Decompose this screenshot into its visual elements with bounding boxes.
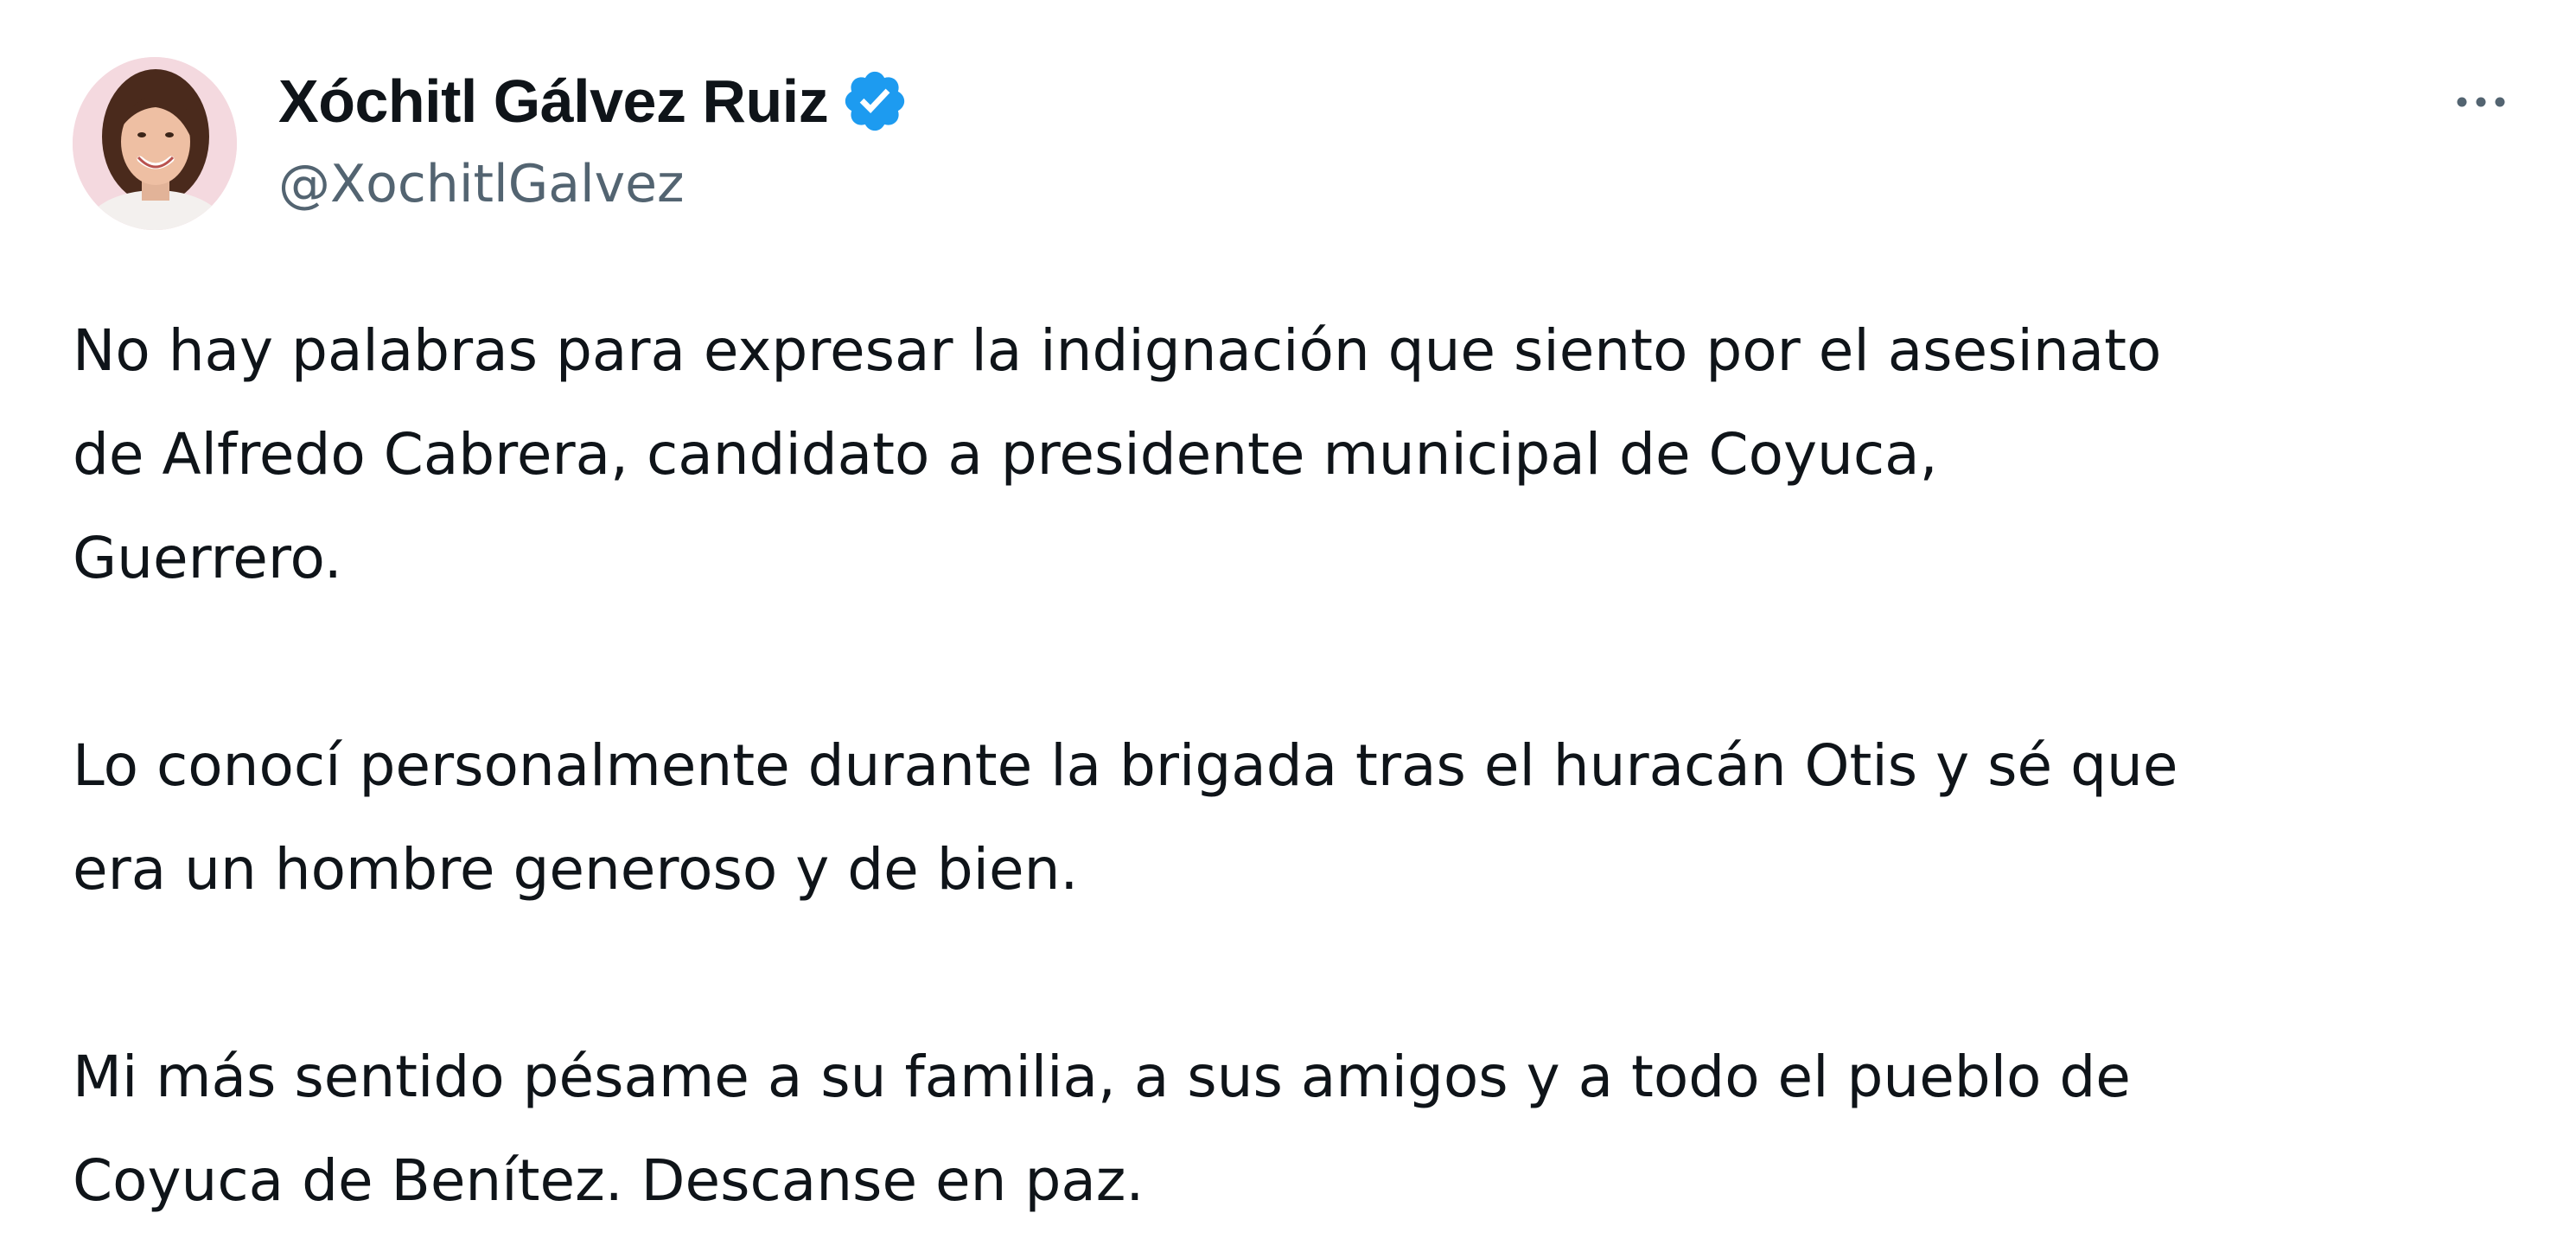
tweet-paragraph: Lo conocí personalmente durante la briga… (73, 714, 2562, 922)
tweet-line: Coyuca de Benítez. Descanse en paz. (73, 1147, 1145, 1214)
author-name-row: Xóchitl Gálvez Ruiz (278, 62, 909, 140)
verified-badge-icon[interactable] (840, 67, 909, 136)
tweet-paragraph: Mi más sentido pésame a su familia, a su… (73, 1025, 2562, 1233)
tweet-line: No hay palabras para expresar la indigna… (73, 317, 2162, 384)
author-handle[interactable]: @XochitlGalvez (278, 145, 909, 223)
avatar[interactable] (73, 57, 237, 230)
tweet-card: Xóchitl Gálvez Ruiz @XochitlGalvez No ha… (0, 0, 2576, 1245)
more-options-button[interactable] (2438, 74, 2524, 126)
tweet-line: Guerrero. (73, 525, 342, 591)
tweet-line: Lo conocí personalmente durante la briga… (73, 732, 2178, 799)
more-horizontal-icon (2457, 97, 2505, 107)
tweet-header: Xóchitl Gálvez Ruiz @XochitlGalvez (278, 62, 909, 223)
tweet-line: era un hombre generoso y de bien. (73, 836, 1079, 903)
tweet-paragraph: No hay palabras para expresar la indigna… (73, 299, 2562, 610)
author-display-name[interactable]: Xóchitl Gálvez Ruiz (278, 62, 829, 140)
tweet-line: de Alfredo Cabrera, candidato a presiden… (73, 421, 1938, 488)
tweet-text: No hay palabras para expresar la indigna… (73, 299, 2562, 1233)
tweet-line: Mi más sentido pésame a su familia, a su… (73, 1044, 2131, 1110)
